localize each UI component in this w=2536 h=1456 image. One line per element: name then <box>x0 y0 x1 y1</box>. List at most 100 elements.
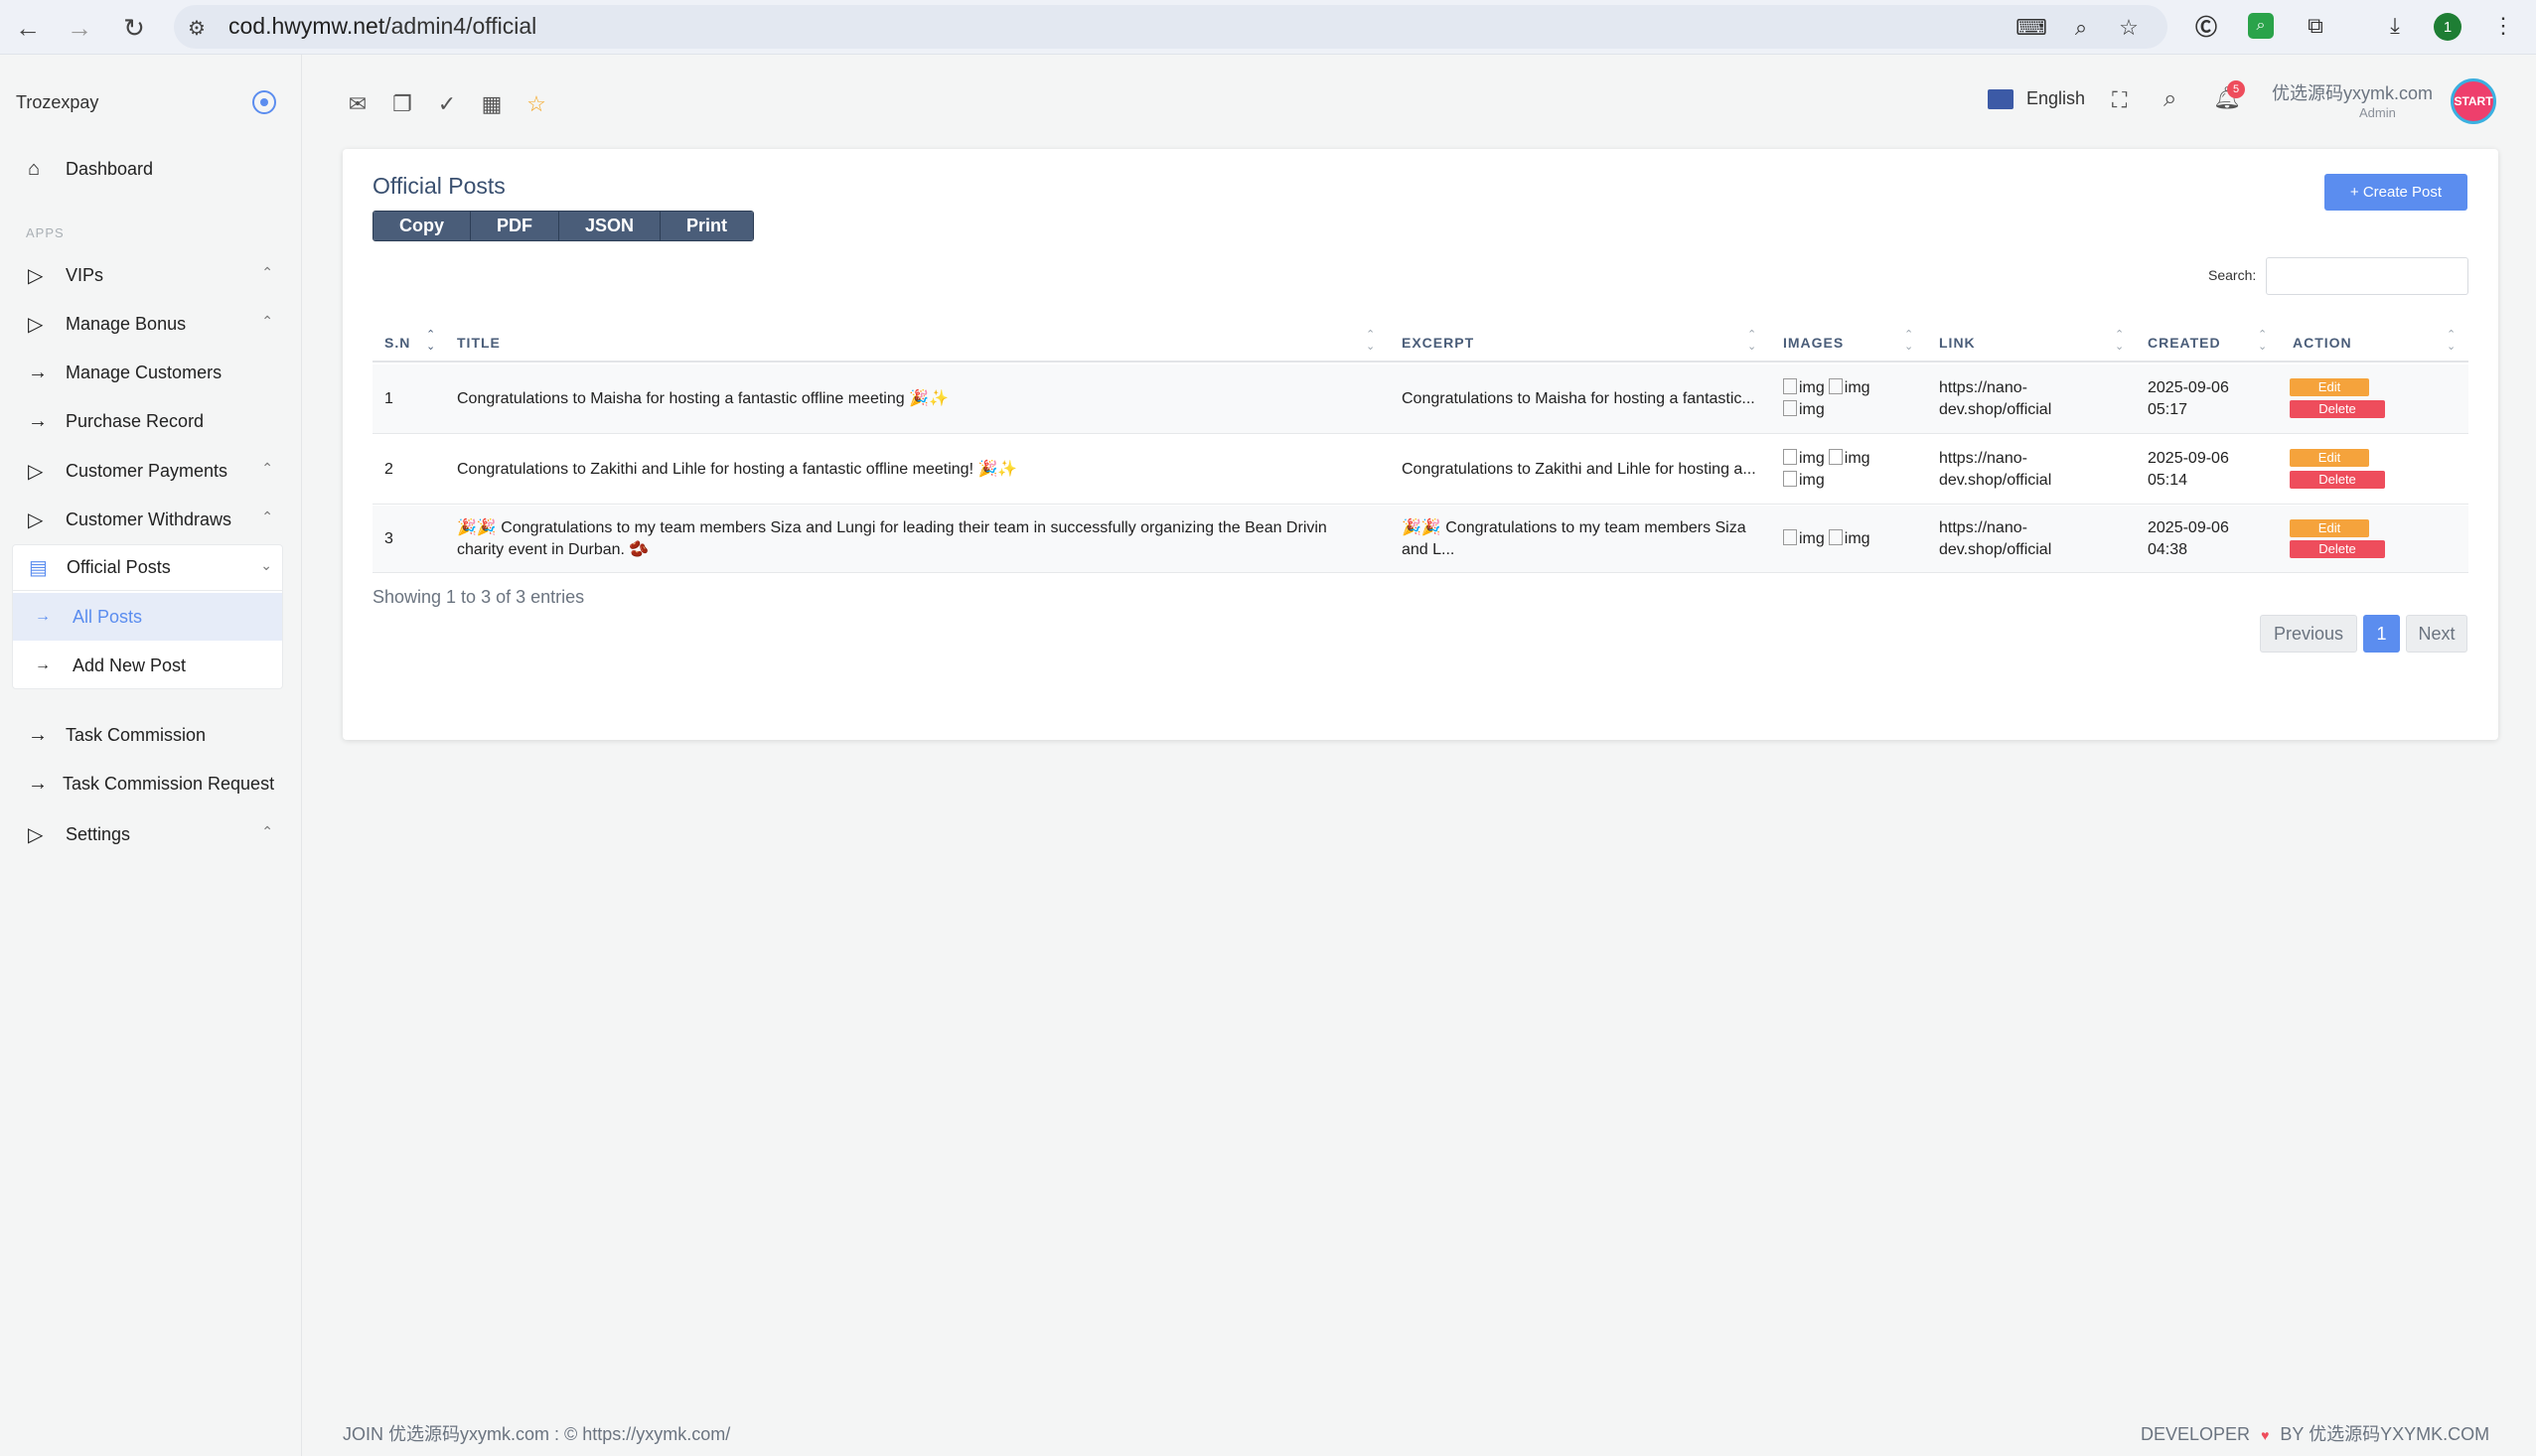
sidebar-item-settings[interactable]: ▷ Settings ⌃ <box>12 813 283 855</box>
profile-avatar[interactable]: 1 <box>2434 13 2461 41</box>
sidebar-item-customer-payments[interactable]: ▷ Customer Payments ⌃ <box>12 450 283 492</box>
create-post-button[interactable]: + Create Post <box>2324 174 2467 211</box>
sidebar-item-task-commission-request[interactable]: → Task Commission Request <box>12 763 300 804</box>
arrow-right-icon: → <box>35 656 51 673</box>
cell-created: 2025-09-06 04:38 <box>2148 517 2229 561</box>
language-selector[interactable]: English <box>2026 88 2085 109</box>
cell-excerpt: Congratulations to Zakithi and Lihle for… <box>1402 461 1756 478</box>
column-header-created[interactable]: CREATED <box>2148 335 2221 351</box>
extension-c-icon[interactable]: Ⓒ <box>2191 11 2221 41</box>
sidebar-item-purchase-record[interactable]: → Purchase Record <box>12 400 283 442</box>
extension-search-icon[interactable]: ⌕ <box>2248 13 2274 39</box>
sidebar-item-label: Task Commission Request <box>63 773 275 794</box>
sidebar-toggle-icon[interactable] <box>252 90 276 114</box>
site-settings-icon[interactable]: ⚙ <box>188 16 206 41</box>
sort-asc-icon[interactable]: ⌃ ⌄ <box>426 329 435 353</box>
sidebar-item-task-commission[interactable]: → Task Commission <box>12 714 283 756</box>
sort-icon[interactable]: ⌃ ⌄ <box>2258 329 2267 353</box>
page-1-button[interactable]: 1 <box>2363 615 2400 653</box>
mail-icon[interactable]: ✉ <box>343 89 373 119</box>
column-header-images[interactable]: IMAGES <box>1783 335 1844 351</box>
avatar[interactable]: START <box>2451 78 2496 124</box>
chat-icon[interactable]: ❐ <box>387 89 417 119</box>
sidebar-item-customer-withdraws[interactable]: ▷ Customer Withdraws ⌃ <box>12 499 283 540</box>
column-header-link[interactable]: LINK <box>1939 335 1976 351</box>
edit-button[interactable]: Edit <box>2290 449 2369 467</box>
cell-link[interactable]: https://nano- dev.shop/official <box>1939 448 2051 492</box>
search-icon[interactable]: ⌕ <box>2163 85 2176 113</box>
sidebar-item-label: Official Posts <box>67 557 171 577</box>
sidebar-item-manage-bonus[interactable]: ▷ Manage Bonus ⌃ <box>12 303 283 345</box>
sort-icon[interactable]: ⌃ ⌄ <box>2115 329 2124 353</box>
url-path: /admin4/official <box>384 13 537 39</box>
notification-badge: 5 <box>2227 80 2245 98</box>
forward-arrow-icon[interactable]: → <box>64 12 95 44</box>
sidebar-item-label: Customer Withdraws <box>66 509 232 529</box>
sidebar-item-manage-customers[interactable]: → Manage Customers <box>12 352 283 393</box>
previous-button[interactable]: Previous <box>2260 615 2357 653</box>
footer-copyright: JOIN 优选源码yxymk.com : © https://yxymk.com… <box>343 1424 731 1444</box>
next-button[interactable]: Next <box>2406 615 2467 653</box>
back-arrow-icon[interactable]: ← <box>12 12 44 44</box>
sidebar-item-label: Purchase Record <box>66 410 205 431</box>
section-label-apps: APPS <box>26 225 65 240</box>
delete-button[interactable]: Delete <box>2290 471 2385 489</box>
browser-toolbar: ← → ↻ ⚙ cod.hwymw.net/admin4/official ⌨ … <box>0 0 2536 55</box>
sidebar-item-label: Dashboard <box>66 158 154 179</box>
chevron-up-icon: ⌃ <box>261 264 273 280</box>
address-bar[interactable]: ⚙ cod.hwymw.net/admin4/official ⌨ ⌕ ☆ <box>174 5 2167 49</box>
edit-button[interactable]: Edit <box>2290 378 2369 396</box>
download-icon[interactable]: ⤓ <box>2380 11 2410 41</box>
play-outline-icon: ▷ <box>28 460 44 483</box>
sidebar-subitem-all-posts[interactable]: → All Posts <box>13 593 282 641</box>
cell-link[interactable]: https://nano- dev.shop/official <box>1939 377 2051 421</box>
sidebar-item-vips[interactable]: ▷ VIPs ⌃ <box>12 254 283 296</box>
sidebar-item-label: Customer Payments <box>66 460 228 481</box>
column-header-excerpt[interactable]: EXCERPT <box>1402 335 1474 351</box>
copy-button[interactable]: Copy <box>373 212 471 240</box>
sidebar-subitem-label: Add New Post <box>73 655 187 675</box>
post-image: img <box>1829 528 1870 550</box>
cell-link[interactable]: https://nano- dev.shop/official <box>1939 517 2051 561</box>
print-button[interactable]: Print <box>661 212 754 240</box>
cell-sn: 3 <box>384 530 393 547</box>
zoom-icon[interactable]: ⌕ <box>2066 13 2096 43</box>
sidebar-item-label: Task Commission <box>66 724 207 745</box>
sidebar-item-dashboard[interactable]: ⌂ Dashboard <box>12 148 283 190</box>
extensions-puzzle-icon[interactable]: ⧉ <box>2301 11 2330 41</box>
sort-icon[interactable]: ⌃ ⌄ <box>1904 329 1913 353</box>
post-image: img <box>1829 377 1870 399</box>
excerpt-line: 🎉🎉 Congratulations to my team members Si… <box>1402 519 1746 536</box>
footer-developer: DEVELOPER ♥ BY 优选源码YXYMK.COM <box>2141 1420 2489 1446</box>
star-icon[interactable]: ☆ <box>522 89 551 119</box>
fullscreen-icon[interactable]: ⛶ <box>2112 87 2127 113</box>
cell-sn: 2 <box>384 461 393 478</box>
column-header-sn[interactable]: S.N <box>384 335 410 351</box>
calendar-icon[interactable]: ▦ <box>477 89 507 119</box>
sort-icon[interactable]: ⌃ ⌄ <box>2447 329 2456 353</box>
column-header-action[interactable]: ACTION <box>2293 335 2352 351</box>
play-outline-icon: ▷ <box>28 509 44 531</box>
edit-button[interactable]: Edit <box>2290 519 2369 537</box>
browser-menu-icon[interactable]: ⋮ <box>2488 11 2518 41</box>
cell-created: 2025-09-06 05:17 <box>2148 377 2229 421</box>
delete-button[interactable]: Delete <box>2290 540 2385 558</box>
sidebar-item-official-posts[interactable]: ▤ Official Posts ⌄ <box>13 545 282 591</box>
us-flag-icon <box>1988 89 2014 109</box>
check-circle-icon[interactable]: ✓ <box>432 89 462 119</box>
json-button[interactable]: JSON <box>559 212 662 240</box>
bookmark-star-icon[interactable]: ☆ <box>2114 13 2144 43</box>
sidebar-subitem-add-new-post[interactable]: → Add New Post <box>13 642 282 689</box>
table-info: Showing 1 to 3 of 3 entries <box>373 587 585 607</box>
translate-icon[interactable]: ⌨ <box>2015 13 2047 43</box>
sort-icon[interactable]: ⌃ ⌄ <box>1747 329 1756 353</box>
sort-icon[interactable]: ⌃ ⌄ <box>1366 329 1375 353</box>
created-date: 2025-09-06 <box>2148 450 2229 467</box>
search-input[interactable] <box>2266 257 2468 295</box>
post-image: img <box>1783 470 1825 492</box>
delete-button[interactable]: Delete <box>2290 400 2385 418</box>
pdf-button[interactable]: PDF <box>471 212 559 240</box>
reload-icon[interactable]: ↻ <box>118 12 150 44</box>
column-header-title[interactable]: TITLE <box>457 335 501 351</box>
link-text: dev.shop/official <box>1939 472 2052 489</box>
